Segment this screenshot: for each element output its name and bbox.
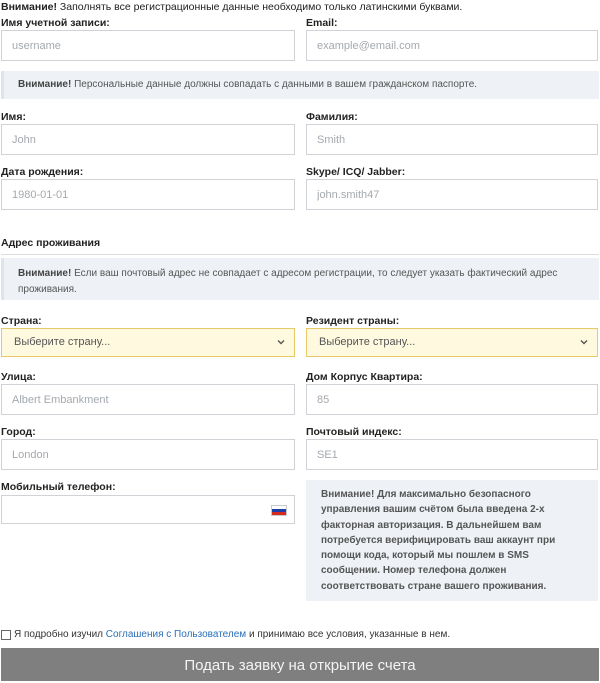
resident-select-value: Выберите страну... (319, 336, 416, 348)
first-name-input[interactable] (1, 124, 295, 155)
latin-notice: Внимание! Заполнять все регистрационные … (1, 1, 462, 13)
resident-select[interactable]: Выберите страну... (306, 328, 598, 357)
country-select-value: Выберите страну... (14, 336, 111, 348)
agreement-checkbox[interactable] (1, 629, 11, 640)
agreement-row: Я подробно изучил Соглашения с Пользоват… (1, 629, 450, 640)
latin-notice-text: Заполнять все регистрационные данные нео… (56, 1, 463, 13)
last-name-label: Фамилия: (306, 111, 358, 123)
passport-alert-bold: Внимание! (18, 79, 72, 90)
house-label: Дом Корпус Квартира: (306, 371, 423, 383)
two-factor-info: Внимание! Для максимально безопасного уп… (306, 480, 598, 601)
chevron-down-icon (277, 340, 285, 345)
chevron-down-icon (580, 340, 588, 345)
postcode-input[interactable] (306, 439, 598, 470)
street-label: Улица: (1, 371, 36, 383)
street-input[interactable] (1, 384, 295, 415)
username-input[interactable] (1, 30, 295, 61)
address-alert: Внимание! Если ваш почтовый адрес не сов… (1, 258, 599, 300)
country-label: Страна: (1, 315, 42, 327)
address-alert-text: Если ваш почтовый адрес не совпадает с а… (18, 268, 558, 295)
phone-label: Мобильный телефон: (1, 481, 116, 493)
phone-field[interactable] (1, 495, 295, 524)
city-label: Город: (1, 426, 36, 438)
email-label: Email: (306, 17, 338, 29)
messenger-input[interactable] (306, 179, 598, 210)
messenger-label: Skype/ ICQ/ Jabber: (306, 166, 406, 178)
russia-flag-icon[interactable] (271, 505, 287, 516)
agreement-suffix: и принимаю все условия, указанные в нем. (246, 629, 451, 640)
passport-alert: Внимание! Персональные данные должны сов… (1, 71, 599, 99)
city-input[interactable] (1, 439, 295, 470)
address-section-title: Адрес проживания (1, 237, 599, 255)
country-select[interactable]: Выберите страну... (1, 328, 295, 357)
latin-notice-bold: Внимание! (1, 1, 57, 13)
house-input[interactable] (306, 384, 598, 415)
first-name-label: Имя: (1, 111, 26, 123)
birth-date-label: Дата рождения: (1, 166, 84, 178)
agreement-prefix: Я подробно изучил (14, 629, 106, 640)
email-input[interactable] (306, 30, 598, 61)
postcode-label: Почтовый индекс: (306, 426, 402, 438)
passport-alert-text: Персональные данные должны совпадать с д… (71, 79, 478, 90)
last-name-input[interactable] (306, 124, 598, 155)
birth-date-input[interactable] (1, 179, 295, 210)
address-alert-bold: Внимание! (18, 268, 72, 279)
submit-application-button[interactable]: Подать заявку на открытие счета (1, 648, 599, 681)
user-agreement-link[interactable]: Соглашения с Пользователем (106, 629, 246, 640)
username-label: Имя учетной записи: (1, 17, 110, 29)
resident-label: Резидент страны: (306, 315, 400, 327)
